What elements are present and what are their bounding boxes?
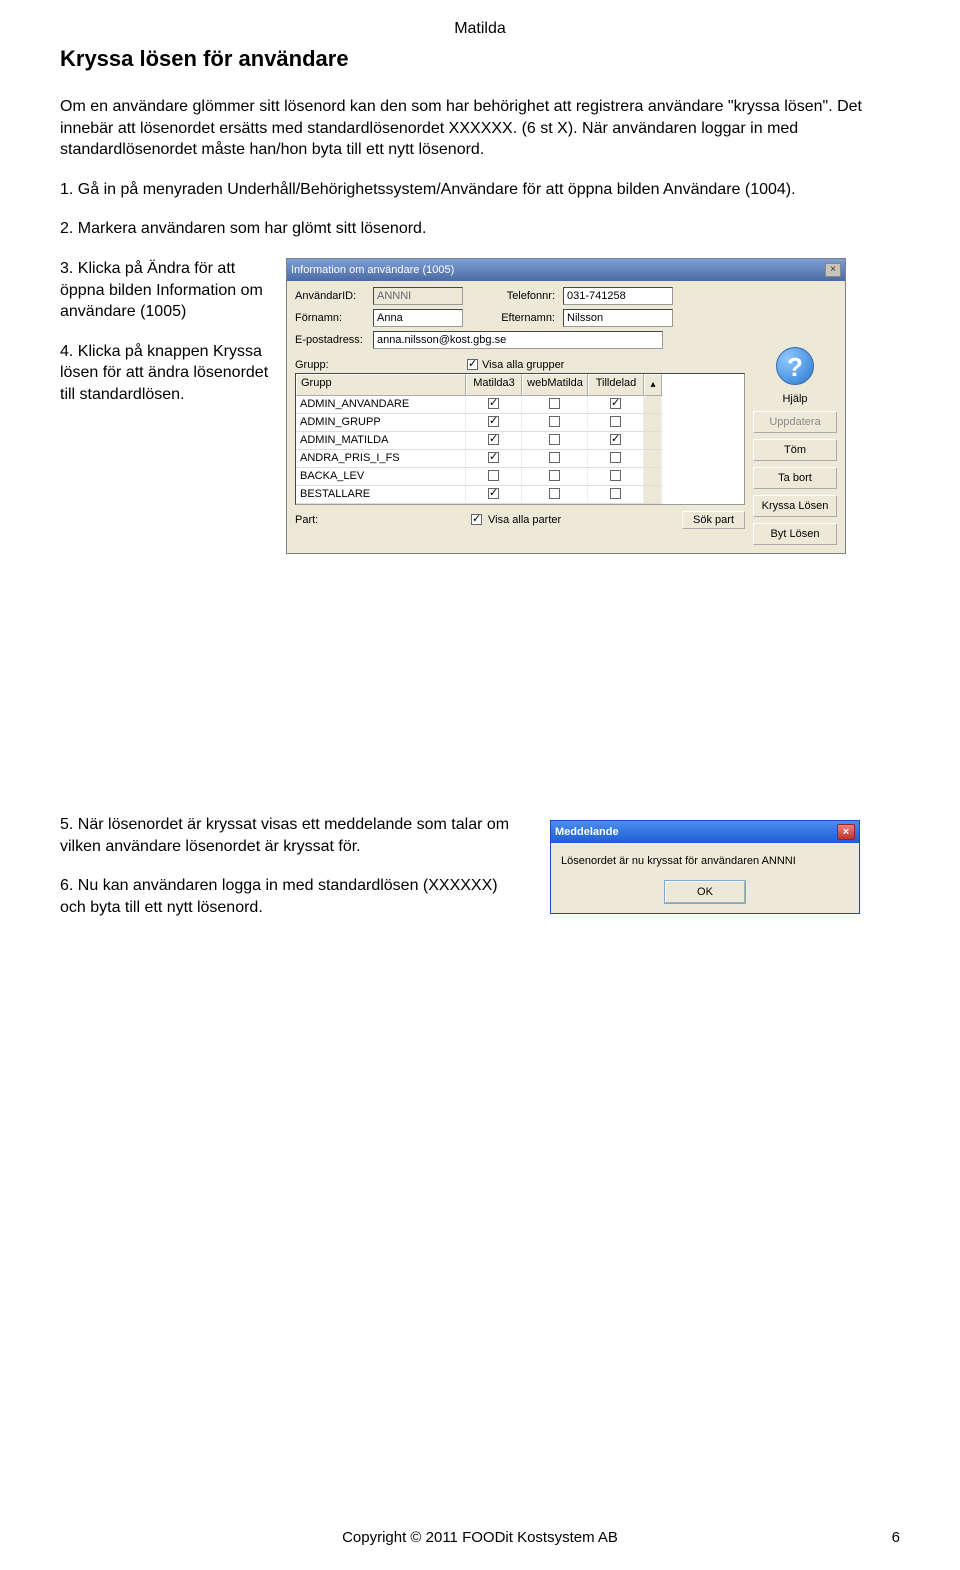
table-row[interactable]: BESTALLARE (296, 486, 744, 504)
table-row[interactable]: ADMIN_MATILDA (296, 432, 744, 450)
checkbox-matilda3[interactable] (488, 416, 499, 427)
cell-group-name: ADMIN_GRUPP (296, 414, 466, 432)
checkbox-tilldelad[interactable] (610, 434, 621, 445)
label-part: Part: (295, 514, 369, 526)
scroll-up-icon[interactable]: ▴ (644, 374, 662, 396)
col-matilda3[interactable]: Matilda3 (466, 374, 522, 396)
checkbox-matilda3[interactable] (488, 434, 499, 445)
checkbox-visa-grupper[interactable] (467, 359, 478, 370)
col-webmatilda[interactable]: webMatilda (522, 374, 588, 396)
checkbox-webmatilda[interactable] (549, 434, 560, 445)
checkbox-tilldelad[interactable] (610, 452, 621, 463)
help-label: Hjälp (753, 393, 837, 405)
step-5: 5. När lösenordet är kryssat visas ett m… (60, 814, 520, 857)
cell-group-name: ADMIN_MATILDA (296, 432, 466, 450)
label-visa-parter: Visa alla parter (488, 514, 561, 526)
input-epost[interactable] (373, 331, 663, 349)
input-efternamn[interactable] (563, 309, 673, 327)
table-row[interactable]: ADMIN_GRUPP (296, 414, 744, 432)
cell-group-name: ADMIN_ANVANDARE (296, 396, 466, 414)
byt-losen-button[interactable]: Byt Lösen (753, 523, 837, 545)
tom-button[interactable]: Töm (753, 439, 837, 461)
page-heading: Kryssa lösen för användare (60, 46, 900, 72)
label-fornamn: Förnamn: (295, 312, 369, 324)
label-telefon: Telefonnr: (497, 290, 559, 302)
table-row[interactable]: BACKA_LEV (296, 468, 744, 486)
checkbox-tilldelad[interactable] (610, 488, 621, 499)
label-efternamn: Efternamn: (497, 312, 559, 324)
step-6: 6. Nu kan användaren logga in med standa… (60, 875, 520, 918)
doc-header: Matilda (60, 20, 900, 38)
message-close-icon[interactable]: × (837, 824, 855, 840)
checkbox-matilda3[interactable] (488, 398, 499, 409)
uppdatera-button[interactable]: Uppdatera (753, 411, 837, 433)
page-number: 6 (892, 1529, 900, 1546)
checkbox-matilda3[interactable] (488, 452, 499, 463)
checkbox-webmatilda[interactable] (549, 470, 560, 481)
cell-group-name: ANDRA_PRIS_I_FS (296, 450, 466, 468)
sok-part-button[interactable]: Sök part (682, 511, 745, 529)
ok-button[interactable]: OK (665, 881, 745, 903)
checkbox-visa-parter[interactable] (471, 514, 482, 525)
footer-copyright: Copyright © 2011 FOODit Kostsystem AB (0, 1529, 960, 1546)
checkbox-matilda3[interactable] (488, 488, 499, 499)
cell-group-name: BESTALLARE (296, 486, 466, 504)
step-2: 2. Markera användaren som har glömt sitt… (60, 218, 900, 240)
step-4: 4. Klicka på knappen Kryssa lösen för at… (60, 341, 270, 406)
label-epost: E-postadress: (295, 334, 369, 346)
input-anvandarid[interactable] (373, 287, 463, 305)
input-fornamn[interactable] (373, 309, 463, 327)
checkbox-webmatilda[interactable] (549, 452, 560, 463)
checkbox-tilldelad[interactable] (610, 470, 621, 481)
message-title: Meddelande (555, 826, 619, 838)
step-3: 3. Klicka på Ändra för att öppna bilden … (60, 258, 270, 323)
col-grupp[interactable]: Grupp (296, 374, 466, 396)
input-telefon[interactable] (563, 287, 673, 305)
checkbox-webmatilda[interactable] (549, 398, 560, 409)
label-visa-grupper: Visa alla grupper (482, 359, 564, 371)
checkbox-matilda3[interactable] (488, 470, 499, 481)
message-dialog: Meddelande × Lösenordet är nu kryssat fö… (550, 820, 860, 914)
message-text: Lösenordet är nu kryssat för användaren … (561, 855, 849, 867)
cell-group-name: BACKA_LEV (296, 468, 466, 486)
checkbox-tilldelad[interactable] (610, 398, 621, 409)
dialog-title: Information om användare (1005) (291, 264, 454, 276)
close-icon[interactable]: × (825, 263, 841, 277)
help-icon[interactable]: ? (776, 347, 814, 385)
label-anvandarid: AnvändarID: (295, 290, 369, 302)
checkbox-tilldelad[interactable] (610, 416, 621, 427)
kryssa-losen-button[interactable]: Kryssa Lösen (753, 495, 837, 517)
label-grupp: Grupp: (295, 359, 369, 371)
table-row[interactable]: ADMIN_ANVANDARE (296, 396, 744, 414)
user-info-dialog: Information om användare (1005) × Använd… (286, 258, 846, 554)
checkbox-webmatilda[interactable] (549, 488, 560, 499)
groups-table: Grupp Matilda3 webMatilda Tilldelad ▴ AD… (295, 373, 745, 505)
step-1: 1. Gå in på menyraden Underhåll/Behörigh… (60, 179, 900, 201)
col-tilldelad[interactable]: Tilldelad (588, 374, 644, 396)
intro-paragraph: Om en användare glömmer sitt lösenord ka… (60, 96, 900, 161)
checkbox-webmatilda[interactable] (549, 416, 560, 427)
tabort-button[interactable]: Ta bort (753, 467, 837, 489)
table-row[interactable]: ANDRA_PRIS_I_FS (296, 450, 744, 468)
